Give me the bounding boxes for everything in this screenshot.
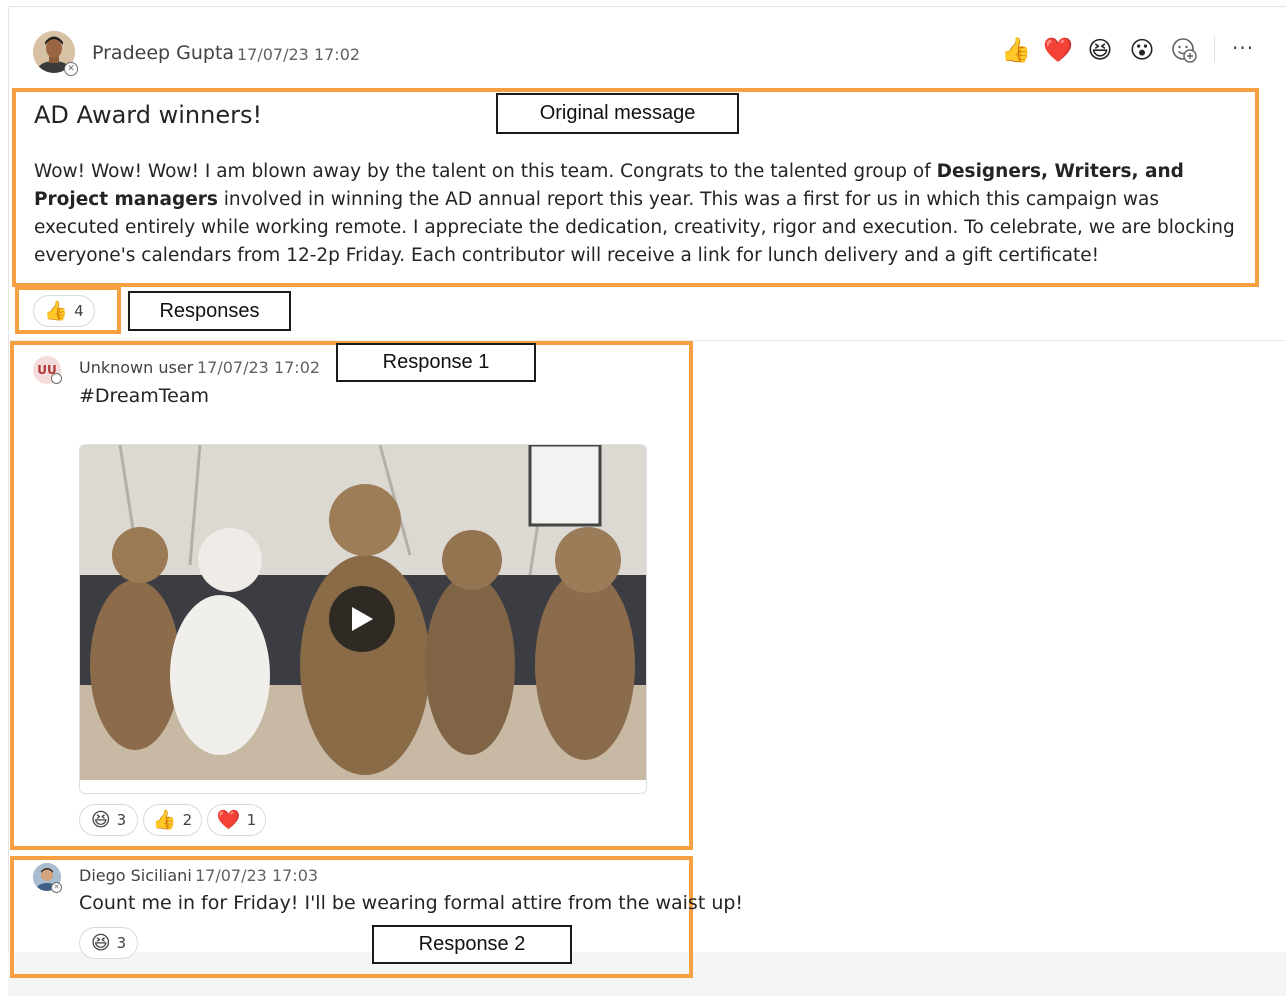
post-reaction-pill[interactable]: 👍 4 [33, 295, 95, 327]
reply-text: #DreamTeam [79, 385, 210, 407]
original-message-label: Original message [496, 93, 739, 134]
reply-reaction-pill[interactable]: 😆 3 [79, 804, 138, 836]
laugh-icon: 😆 [90, 808, 111, 831]
message-title: AD Award winners! [34, 101, 263, 129]
reply-author[interactable]: Unknown user [79, 358, 193, 377]
message-text: Wow! Wow! Wow! I am blown away by the ta… [34, 161, 937, 182]
reply-reaction-pill[interactable]: 😆 3 [79, 927, 138, 959]
heart-icon: ❤️ [216, 808, 241, 831]
like-reaction-icon[interactable]: 👍 [1000, 38, 1032, 62]
play-button[interactable] [329, 586, 395, 652]
response1-label: Response 1 [336, 343, 536, 382]
reaction-count: 1 [246, 811, 257, 829]
surprised-reaction-icon[interactable]: 😮 [1126, 38, 1158, 62]
reply-reaction-pill[interactable]: ❤️ 1 [207, 804, 266, 836]
reaction-count: 2 [182, 811, 193, 829]
reply-author[interactable]: Diego Siciliani [79, 866, 192, 885]
play-icon [352, 607, 373, 631]
add-reaction-icon[interactable] [1168, 37, 1200, 63]
author-name[interactable]: Pradeep Gupta [92, 42, 234, 64]
reaction-count: 3 [116, 811, 127, 829]
laugh-reaction-icon[interactable]: 😆 [1084, 38, 1116, 62]
response2-label: Response 2 [372, 925, 572, 964]
presence-icon: ✕ [64, 62, 78, 76]
reply-timestamp: 17/07/23 17:03 [195, 866, 319, 885]
reply-text: Count me in for Friday! I'll be wearing … [79, 892, 744, 914]
presence-icon: ✕ [51, 882, 62, 893]
reply-timestamp: 17/07/23 17:02 [197, 358, 321, 377]
more-options-icon[interactable]: ··· [1232, 36, 1254, 60]
thumbs-up-icon: 👍 [44, 299, 69, 322]
post-timestamp: 17/07/23 17:02 [237, 45, 361, 64]
reaction-count: 3 [116, 934, 127, 952]
presence-icon [51, 373, 62, 384]
toolbar-divider [1214, 36, 1215, 62]
reaction-picker: 👍 ❤️ 😆 😮 [1000, 33, 1200, 67]
reply-reaction-pill[interactable]: 👍 2 [143, 804, 202, 836]
laugh-icon: 😆 [90, 931, 111, 954]
message-body: Wow! Wow! Wow! I am blown away by the ta… [34, 158, 1244, 270]
thumbs-up-icon: 👍 [152, 808, 177, 831]
responses-label: Responses [128, 291, 291, 331]
reaction-count: 4 [74, 302, 84, 320]
heart-reaction-icon[interactable]: ❤️ [1042, 38, 1074, 62]
